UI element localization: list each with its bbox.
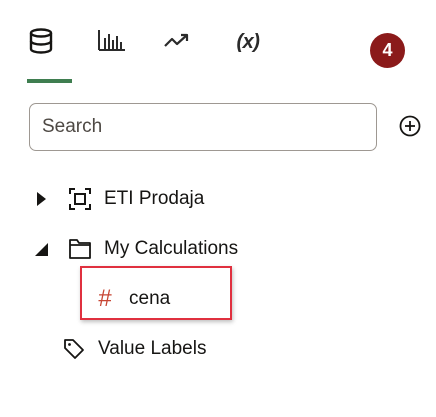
tab-visualizations[interactable] xyxy=(96,28,128,68)
search-field[interactable] xyxy=(29,103,377,151)
tree-item-label: Value Labels xyxy=(98,338,207,359)
measure-hash-icon: # xyxy=(98,285,112,312)
bar-chart-icon xyxy=(97,28,127,52)
add-button[interactable] xyxy=(399,115,421,137)
tab-calculations[interactable]: (x) xyxy=(228,28,268,68)
search-input[interactable] xyxy=(30,104,376,150)
trend-icon xyxy=(163,28,191,52)
tree-item-value-labels[interactable]: Value Labels xyxy=(62,333,206,365)
active-tab-indicator xyxy=(27,79,72,83)
caret-expanded-icon[interactable] xyxy=(34,241,48,257)
data-panel: (x) 4 Search ETI Prodaja My Calculations… xyxy=(0,0,436,417)
tab-analytics[interactable] xyxy=(162,28,192,68)
subject-area-icon xyxy=(68,187,92,211)
folder-icon xyxy=(68,237,92,261)
tree-item-label: ETI Prodaja xyxy=(104,188,205,209)
badge-count: 4 xyxy=(382,40,393,60)
tree-item-my-calculations[interactable]: My Calculations xyxy=(34,233,238,265)
tree-item-label: cena xyxy=(129,288,171,309)
plus-circle-icon xyxy=(399,115,421,141)
tab-calculations-label: (x) xyxy=(236,31,260,53)
tab-data[interactable] xyxy=(28,28,54,68)
notification-badge[interactable]: 4 xyxy=(370,33,405,68)
database-icon xyxy=(29,28,53,54)
caret-right-icon[interactable] xyxy=(34,191,48,207)
tree-item-eti-prodaja[interactable]: ETI Prodaja xyxy=(34,183,204,215)
tree-item-label: My Calculations xyxy=(104,238,239,259)
tag-icon xyxy=(62,337,86,361)
tree-item-cena[interactable]: # cena xyxy=(96,283,170,315)
